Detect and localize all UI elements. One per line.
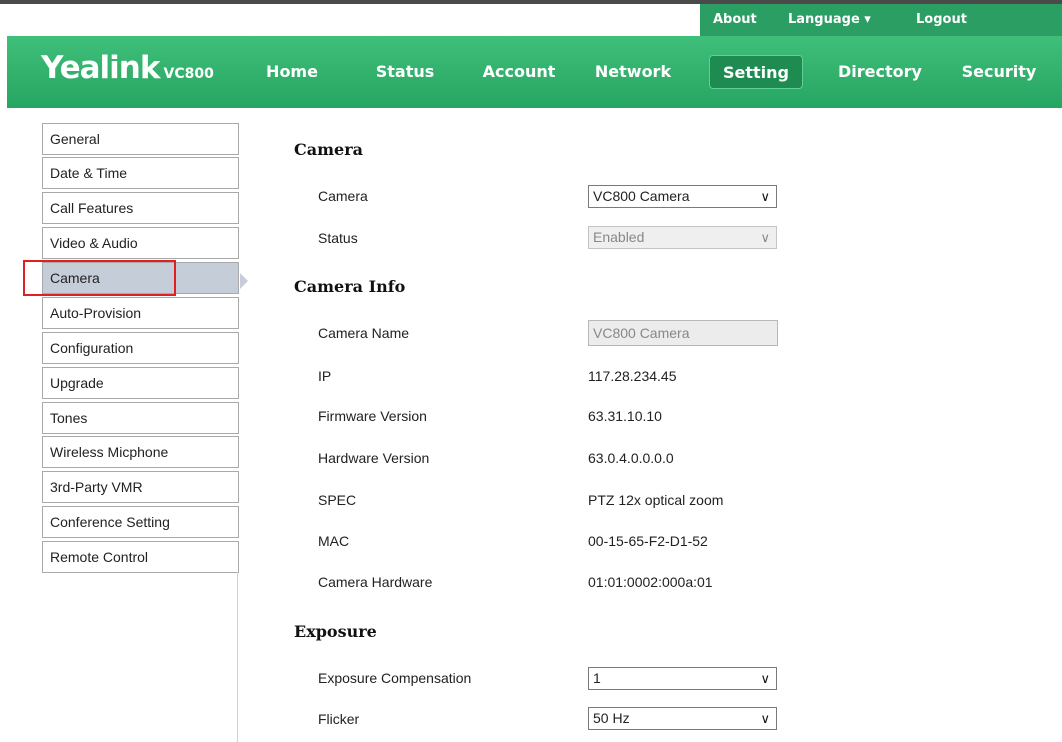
about-link[interactable]: About xyxy=(713,12,757,27)
sidebar-item-configuration[interactable]: Configuration xyxy=(42,332,239,364)
brand-model: VC800 xyxy=(163,66,214,82)
sidebar-item-video-audio[interactable]: Video & Audio xyxy=(42,227,239,259)
header: Yealink VC800 Home Status Account Network… xyxy=(7,36,1062,108)
nav-home[interactable]: Home xyxy=(261,55,323,89)
camera-hardware-label: Camera Hardware xyxy=(318,574,433,590)
firmware-value: 63.31.10.10 xyxy=(588,408,662,424)
selection-highlight xyxy=(23,260,176,296)
exposure-compensation-value: 1 xyxy=(593,670,601,686)
sidebar-item-remote-control[interactable]: Remote Control xyxy=(42,541,239,573)
sidebar-item-auto-provision[interactable]: Auto-Provision xyxy=(42,297,239,329)
mac-label: MAC xyxy=(318,533,350,549)
camera-select[interactable]: VC800 Camera ∨ xyxy=(588,185,777,208)
hardware-value: 63.0.4.0.0.0.0 xyxy=(588,450,674,466)
sidebar-item-general[interactable]: General xyxy=(42,123,239,155)
sidebar-item-wireless-micphone[interactable]: Wireless Micphone xyxy=(42,436,239,468)
firmware-label: Firmware Version xyxy=(318,408,427,424)
ip-label: IP xyxy=(318,368,332,384)
spec-value: PTZ 12x optical zoom xyxy=(588,492,724,508)
nav-directory[interactable]: Directory xyxy=(834,55,926,89)
exposure-compensation-select[interactable]: 1 ∨ xyxy=(588,667,777,690)
status-select-value: Enabled xyxy=(593,229,645,245)
exposure-compensation-label: Exposure Compensation xyxy=(318,670,472,686)
status-label: Status xyxy=(318,230,358,246)
section-camera-title: Camera xyxy=(294,140,364,159)
section-camera-info-title: Camera Info xyxy=(294,277,406,296)
logout-link[interactable]: Logout xyxy=(916,12,967,27)
camera-label: Camera xyxy=(318,188,368,204)
status-select: Enabled ∨ xyxy=(588,226,777,249)
chevron-down-icon: ∨ xyxy=(760,230,770,245)
language-menu[interactable]: Language ▾ xyxy=(788,12,871,27)
chevron-down-icon: ∨ xyxy=(760,189,770,204)
sidebar-divider xyxy=(237,572,238,742)
camera-select-value: VC800 Camera xyxy=(593,188,690,204)
flicker-select[interactable]: 50 Hz ∨ xyxy=(588,707,777,730)
camera-hardware-value: 01:01:0002:000a:01 xyxy=(588,574,713,590)
sidebar-item-conference-setting[interactable]: Conference Setting xyxy=(42,506,239,538)
section-exposure-title: Exposure xyxy=(294,622,377,641)
nav-status[interactable]: Status xyxy=(373,55,437,89)
brand-name: Yealink xyxy=(41,50,160,86)
camera-name-field: VC800 Camera xyxy=(588,320,778,346)
flicker-select-value: 50 Hz xyxy=(593,710,630,726)
camera-name-label: Camera Name xyxy=(318,325,410,341)
flicker-label: Flicker xyxy=(318,711,360,727)
spec-label: SPEC xyxy=(318,492,357,508)
nav-security[interactable]: Security xyxy=(958,55,1040,89)
sidebar-item-upgrade[interactable]: Upgrade xyxy=(42,367,239,399)
chevron-down-icon: ∨ xyxy=(760,671,770,686)
top-links-bar: About Language ▾ Logout xyxy=(700,4,1062,36)
sidebar-item-date-time[interactable]: Date & Time xyxy=(42,157,239,189)
active-arrow-icon xyxy=(240,273,248,289)
sidebar-item-call-features[interactable]: Call Features xyxy=(42,192,239,224)
ip-value: 117.28.234.45 xyxy=(588,368,677,384)
brand-logo: Yealink VC800 xyxy=(41,50,214,86)
nav-network[interactable]: Network xyxy=(593,55,673,89)
nav-setting[interactable]: Setting xyxy=(709,55,803,89)
mac-value: 00-15-65-F2-D1-52 xyxy=(588,533,708,549)
nav-account[interactable]: Account xyxy=(481,55,557,89)
sidebar-item-tones[interactable]: Tones xyxy=(42,402,239,434)
chevron-down-icon: ∨ xyxy=(760,711,770,726)
sidebar-item-3rd-party-vmr[interactable]: 3rd-Party VMR xyxy=(42,471,239,503)
hardware-label: Hardware Version xyxy=(318,450,430,466)
